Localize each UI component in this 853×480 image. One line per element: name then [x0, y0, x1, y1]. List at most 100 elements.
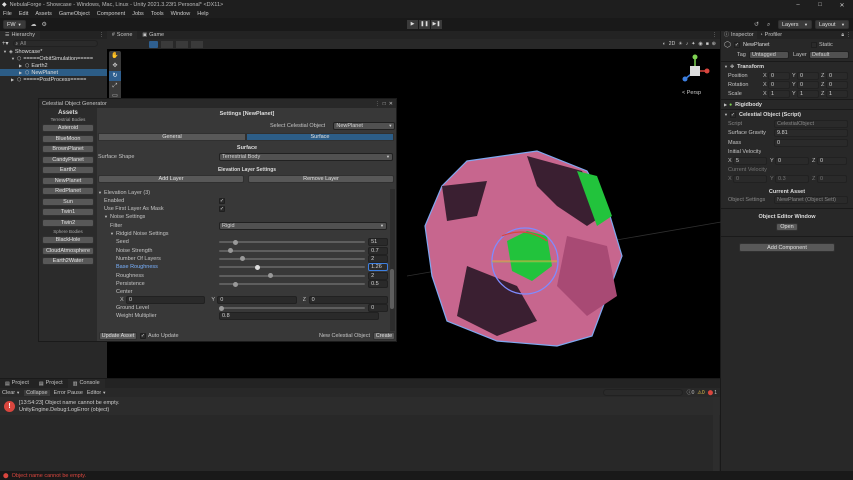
- scale-z-field[interactable]: 1: [826, 89, 848, 98]
- asset-button-candyplanet[interactable]: CandyPlanet: [42, 155, 94, 164]
- foldout-closed-icon[interactable]: ▶: [724, 102, 727, 108]
- surface-shape-dropdown[interactable]: Terrestrial Body ▼: [219, 153, 393, 161]
- create-button[interactable]: Create: [373, 332, 395, 340]
- script-enabled-checkbox[interactable]: ✓: [729, 111, 736, 118]
- remove-layer-button[interactable]: Remove Layer: [248, 175, 394, 183]
- slider-knob[interactable]: [239, 256, 245, 262]
- layers-dropdown[interactable]: Layers ▼: [778, 20, 812, 29]
- camera-icon[interactable]: ■: [706, 41, 709, 47]
- global-button[interactable]: [176, 40, 188, 48]
- asset-button-bluemoon[interactable]: BlueMoon: [42, 134, 94, 143]
- console-scrollbar[interactable]: [713, 397, 719, 471]
- menu-item-window[interactable]: Window: [171, 11, 191, 17]
- asset-button-earth2water[interactable]: Earth2Water: [42, 257, 94, 265]
- play-button[interactable]: ▶: [407, 20, 418, 29]
- 2d-toggle-icon[interactable]: 2D: [669, 41, 675, 47]
- object-name-field[interactable]: NewPlanet: [743, 42, 809, 48]
- tab-project-1[interactable]: ▤ Project: [34, 379, 68, 388]
- audio-icon[interactable]: ♪: [686, 41, 689, 47]
- position-z-field[interactable]: 0: [826, 71, 848, 80]
- menu-item-component[interactable]: Component: [97, 11, 125, 17]
- editor-dropdown[interactable]: Editor: [87, 390, 101, 396]
- tab-project-0[interactable]: ▤ Project: [0, 379, 34, 388]
- number-of-layers-slider[interactable]: [218, 255, 365, 263]
- asset-button-earth2[interactable]: Earth2: [42, 166, 94, 174]
- auto-update-checkbox[interactable]: ✓: [140, 333, 146, 339]
- cloud-icon[interactable]: ☁: [31, 22, 37, 28]
- add-layer-button[interactable]: Add Layer: [98, 175, 244, 183]
- position-x-field[interactable]: 0: [768, 71, 790, 80]
- account-dropdown[interactable]: FW ▼: [3, 20, 26, 29]
- persp-label[interactable]: < Persp: [682, 90, 701, 96]
- menu-dots-icon[interactable]: ⋮: [375, 101, 380, 107]
- tab-game[interactable]: ▣ Game: [137, 31, 169, 39]
- mass-field[interactable]: 0: [774, 139, 848, 147]
- pause-button[interactable]: ❚❚: [419, 20, 430, 29]
- update-asset-button[interactable]: Update Asset: [99, 332, 137, 340]
- roughness-slider[interactable]: [218, 272, 365, 280]
- maximize-icon[interactable]: □: [383, 101, 386, 107]
- clear-button[interactable]: Clear: [2, 390, 15, 396]
- draw-mode-button[interactable]: [149, 40, 158, 48]
- layout-dropdown[interactable]: Layout ▼: [815, 20, 849, 29]
- generator-titlebar[interactable]: Celestial Object Generator ⋮ □ ✕: [39, 99, 396, 108]
- error-pause-button[interactable]: Error Pause: [54, 390, 83, 396]
- ground-level-field[interactable]: 0: [368, 304, 388, 313]
- lock-icon[interactable]: 🔒︎: [841, 32, 844, 38]
- select-object-dropdown[interactable]: NewPlanet ▼: [333, 122, 396, 130]
- menu-item-help[interactable]: Help: [197, 11, 208, 17]
- persistence-field[interactable]: 0.5: [368, 280, 388, 289]
- rotation-y-field[interactable]: 0: [797, 80, 819, 89]
- ground-level-slider[interactable]: [218, 304, 365, 312]
- foldout-icon[interactable]: ▶: [19, 70, 24, 76]
- hierarchy-item[interactable]: ▶ ⬡ =====PostProcess=====: [0, 76, 107, 83]
- foldout-open-icon[interactable]: ▼: [110, 231, 114, 237]
- collab-icon[interactable]: ⚙: [42, 22, 47, 28]
- asset-button-asteroid[interactable]: Asteroid: [42, 124, 94, 132]
- persistence-slider[interactable]: [218, 280, 365, 288]
- menu-dots-icon[interactable]: ⋮: [846, 32, 851, 38]
- tab-surface[interactable]: Surface: [246, 133, 394, 141]
- history-icon[interactable]: ↺: [754, 22, 759, 28]
- seed-field[interactable]: 51: [368, 238, 388, 247]
- fx-icon[interactable]: ✦: [691, 41, 695, 47]
- foldout-open-icon[interactable]: ▼: [724, 112, 728, 118]
- asset-button-redplanet[interactable]: RedPlanet: [42, 187, 94, 195]
- use-first-layer-checkbox[interactable]: ✓: [219, 206, 225, 212]
- gizmos-icon[interactable]: ⊕: [712, 41, 716, 47]
- hand-tool-icon[interactable]: ✋: [109, 51, 121, 61]
- position-y-field[interactable]: 0: [797, 71, 819, 80]
- orientation-gizmo[interactable]: [677, 53, 713, 89]
- asset-button-blackhole[interactable]: BlackHole: [42, 236, 94, 244]
- tab-hierarchy[interactable]: ☰ Hierarchy: [0, 31, 41, 39]
- slider-knob[interactable]: [232, 239, 238, 245]
- center-y-field[interactable]: 0: [217, 296, 297, 305]
- menu-item-gameobject[interactable]: GameObject: [59, 11, 90, 17]
- menu-item-file[interactable]: File: [3, 11, 12, 17]
- pivot-button[interactable]: [161, 40, 173, 48]
- rigidbody-title[interactable]: Rigidbody: [735, 102, 762, 108]
- rotation-z-field[interactable]: 0: [826, 80, 848, 89]
- static-checkbox[interactable]: [810, 41, 817, 48]
- hierarchy-item[interactable]: ▼ ⬡ =====OrbitSimulation=====: [0, 55, 107, 62]
- rigid-noise-label[interactable]: Ridgid Noise Settings: [116, 231, 169, 237]
- rotation-x-field[interactable]: 0: [768, 80, 790, 89]
- scale-tool-icon[interactable]: ⤢: [109, 81, 121, 91]
- init-vel-y-field[interactable]: 0: [775, 157, 809, 165]
- add-icon[interactable]: +▾: [2, 40, 9, 47]
- foldout-open-icon[interactable]: ▼: [98, 190, 102, 196]
- light-icon[interactable]: ☀: [678, 41, 682, 47]
- shading-icon[interactable]: ◐: [663, 41, 666, 47]
- asset-button-sun[interactable]: Sun: [42, 197, 94, 206]
- hierarchy-item[interactable]: ▶ ⬡ Earth2: [0, 62, 107, 69]
- error-count-icon[interactable]: ⬤: [708, 390, 714, 396]
- planet-render[interactable]: [407, 146, 727, 376]
- asset-button-brownplanet[interactable]: BrownPlanet: [42, 145, 94, 153]
- slider-knob[interactable]: [228, 248, 234, 254]
- transform-title[interactable]: Transform: [737, 64, 764, 70]
- close-icon[interactable]: ✕: [831, 2, 853, 9]
- roughness-field[interactable]: 2: [368, 271, 388, 280]
- menu-item-edit[interactable]: Edit: [19, 11, 28, 17]
- tab-console-2[interactable]: ▥ Console: [67, 379, 105, 388]
- slider-knob[interactable]: [255, 264, 261, 270]
